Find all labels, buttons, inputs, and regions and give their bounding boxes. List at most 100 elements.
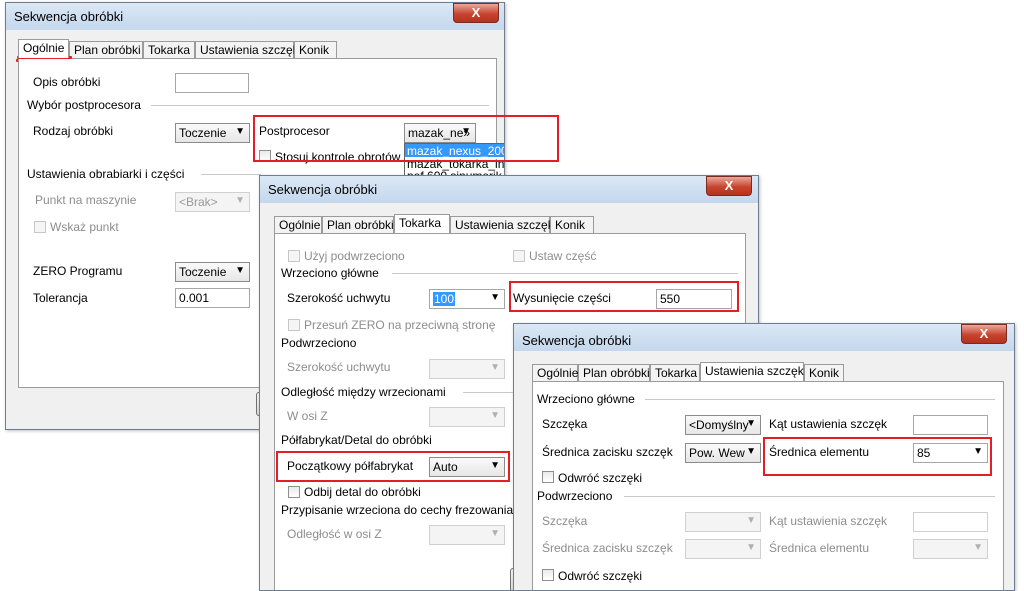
selected-text: 100 (433, 292, 456, 306)
rodzaj-obrobki-label: Rodzaj obróbki (33, 124, 114, 138)
tab-tokarka[interactable]: Tokarka (650, 364, 700, 381)
chevron-down-icon: ▼ (746, 446, 756, 457)
close-button[interactable]: X (961, 324, 1007, 344)
w-osi-z-label: W osi Z (287, 409, 328, 423)
kat-ustawienia-2-field[interactable] (913, 512, 988, 532)
przesun-zero-checkbox[interactable] (288, 319, 300, 331)
szczeka-value: <Domyślny (689, 418, 749, 432)
tab-konik[interactable]: Konik (550, 216, 594, 233)
tab-ustawienia-szczek[interactable]: Ustawienia szczęk (700, 362, 804, 381)
close-icon: X (471, 5, 481, 20)
odbij-detal-checkbox[interactable] (288, 486, 300, 498)
odleglosc-miedzy-wrzecionami-group: Odległość między wrzecionami (281, 385, 446, 399)
wrzeciono-glowne-group: Wrzeciono główne (281, 266, 379, 280)
dialog-title: Sekwencja obróbki (14, 9, 124, 24)
srednica-elementu-highlight (763, 437, 992, 476)
uzyj-podwrzeciono-checkbox[interactable] (288, 250, 300, 262)
chevron-down-icon: ▼ (235, 265, 245, 276)
punkt-na-maszynie-label: Punkt na maszynie (35, 193, 137, 207)
tab-konik[interactable]: Konik (804, 364, 844, 381)
podwrzeciono-group: Podwrzeciono (537, 489, 613, 503)
rodzaj-obrobki-select[interactable]: Toczenie ▼ (175, 123, 250, 143)
chevron-down-icon: ▼ (973, 542, 983, 553)
tab-tokarka[interactable]: Tokarka (394, 214, 450, 233)
dialog-title: Sekwencja obróbki (522, 333, 632, 348)
chevron-down-icon: ▼ (746, 515, 756, 526)
odbij-detal-label: Odbij detal do obróbki (304, 485, 421, 499)
tolerancja-field[interactable]: 0.001 (175, 288, 250, 308)
tolerancja-label: Tolerancja (33, 291, 88, 305)
odleglosc-w-osi-z-label: Odległość w osi Z (287, 527, 382, 541)
srednica-zacisku-label: Średnica zacisku szczęk (542, 445, 673, 459)
chevron-down-icon: ▼ (235, 195, 245, 206)
wskaz-punkt-label: Wskaż punkt (50, 220, 119, 234)
poczatkowy-highlight (276, 451, 510, 482)
ustaw-czesc-checkbox[interactable] (513, 250, 525, 262)
tab-ogolnie[interactable]: Ogólnie (274, 216, 322, 233)
w-osi-z-select[interactable]: ▼ (429, 407, 505, 427)
group-divider (624, 496, 995, 497)
title-bar: Sekwencja obróbki X (6, 3, 504, 30)
odwroc-szczeki-label: Odwróć szczęki (558, 471, 643, 485)
group-divider (645, 399, 995, 400)
chevron-down-icon: ▼ (235, 126, 245, 137)
odwroc-szczeki-2-checkbox[interactable] (542, 569, 554, 581)
wybor-postprocesora-group: Wybór postprocesora (27, 98, 141, 112)
chevron-down-icon: ▼ (490, 292, 500, 303)
tab-plan-obrobki[interactable]: Plan obróbki (322, 216, 394, 233)
srednica-zacisku-2-select[interactable]: ▼ (685, 539, 761, 559)
kat-ustawienia-label: Kąt ustawienia szczęk (769, 417, 888, 431)
ustawienia-obrabiarki-group: Ustawienia obrabiarki i części (27, 167, 185, 181)
szczeka-2-label: Szczęka (542, 514, 588, 528)
tab-plan-obrobki[interactable]: Plan obróbki (578, 364, 650, 381)
tab-ogolnie[interactable]: Ogólnie (532, 364, 578, 381)
group-divider (392, 273, 738, 274)
chevron-down-icon: ▼ (490, 362, 500, 373)
title-bar: Sekwencja obróbki X (514, 324, 1014, 351)
close-button[interactable]: X (453, 3, 499, 23)
tab-ogolnie[interactable]: Ogólnie (18, 39, 69, 58)
close-icon: X (979, 326, 989, 341)
dialog-title: Sekwencja obróbki (268, 182, 378, 197)
chevron-down-icon: ▼ (490, 410, 500, 421)
srednica-zacisku-select[interactable]: Pow. Wew ▼ (685, 443, 761, 463)
uzyj-podwrzeciono-label: Użyj podwrzeciono (304, 249, 405, 263)
tab-konik[interactable]: Konik (294, 41, 337, 58)
odwroc-szczeki-2-label: Odwróć szczęki (558, 569, 643, 583)
tab-tokarka[interactable]: Tokarka (143, 41, 195, 58)
zero-programu-select[interactable]: Toczenie ▼ (175, 262, 250, 282)
punkt-value: <Brak> (179, 195, 218, 209)
close-button[interactable]: X (706, 176, 752, 196)
szerokosc-uchwytu-select[interactable]: 100 ▼ (429, 289, 505, 309)
podwrzeciono-group: Podwrzeciono (281, 336, 357, 350)
punkt-na-maszynie-select[interactable]: <Brak> ▼ (175, 192, 250, 212)
srednica-zacisku-value: Pow. Wew (689, 446, 745, 460)
odwroc-szczeki-checkbox[interactable] (542, 471, 554, 483)
srednica-elementu-2-select[interactable]: ▼ (913, 539, 988, 559)
tab-ustawienia-szczek[interactable]: Ustawienia szczęk (450, 216, 554, 233)
tab-ustawienia-szczek[interactable]: Ustawienia szczęk (195, 41, 299, 58)
zero-programu-value: Toczenie (179, 265, 227, 279)
tab-panel (532, 381, 1004, 590)
tab-plan-obrobki[interactable]: Plan obróbki (69, 41, 143, 58)
opis-field[interactable] (175, 73, 249, 93)
srednica-elementu-2-label: Średnica elementu (769, 541, 870, 555)
kat-ustawienia-field[interactable] (913, 415, 988, 435)
rodzaj-obrobki-value: Toczenie (179, 126, 227, 140)
chevron-down-icon: ▼ (490, 528, 500, 539)
odleglosc-w-osi-z-select[interactable]: ▼ (429, 525, 505, 545)
opis-label: Opis obróbki (33, 75, 101, 89)
szerokosc-uchwytu-2-select[interactable]: ▼ (429, 359, 505, 379)
title-bar: Sekwencja obróbki X (260, 176, 758, 203)
wskaz-punkt-checkbox[interactable] (34, 221, 46, 233)
szerokosc-uchwytu-label: Szerokość uchwytu (287, 291, 391, 305)
zero-programu-label: ZERO Programu (33, 264, 123, 278)
group-divider (151, 105, 489, 106)
szczeka-select[interactable]: <Domyślny ▼ (685, 415, 761, 435)
postprocesor-highlight (253, 115, 559, 162)
przypisanie-wrzeciona-group: Przypisanie wrzeciona do cechy frezowani… (281, 503, 514, 517)
kat-ustawienia-2-label: Kąt ustawienia szczęk (769, 514, 888, 528)
szczeka-2-select[interactable]: ▼ (685, 512, 761, 532)
polfabrykat-group: Półfabrykat/Detal do obróbki (281, 433, 432, 447)
przesun-zero-label: Przesuń ZERO na przeciwną stronę (304, 318, 496, 332)
